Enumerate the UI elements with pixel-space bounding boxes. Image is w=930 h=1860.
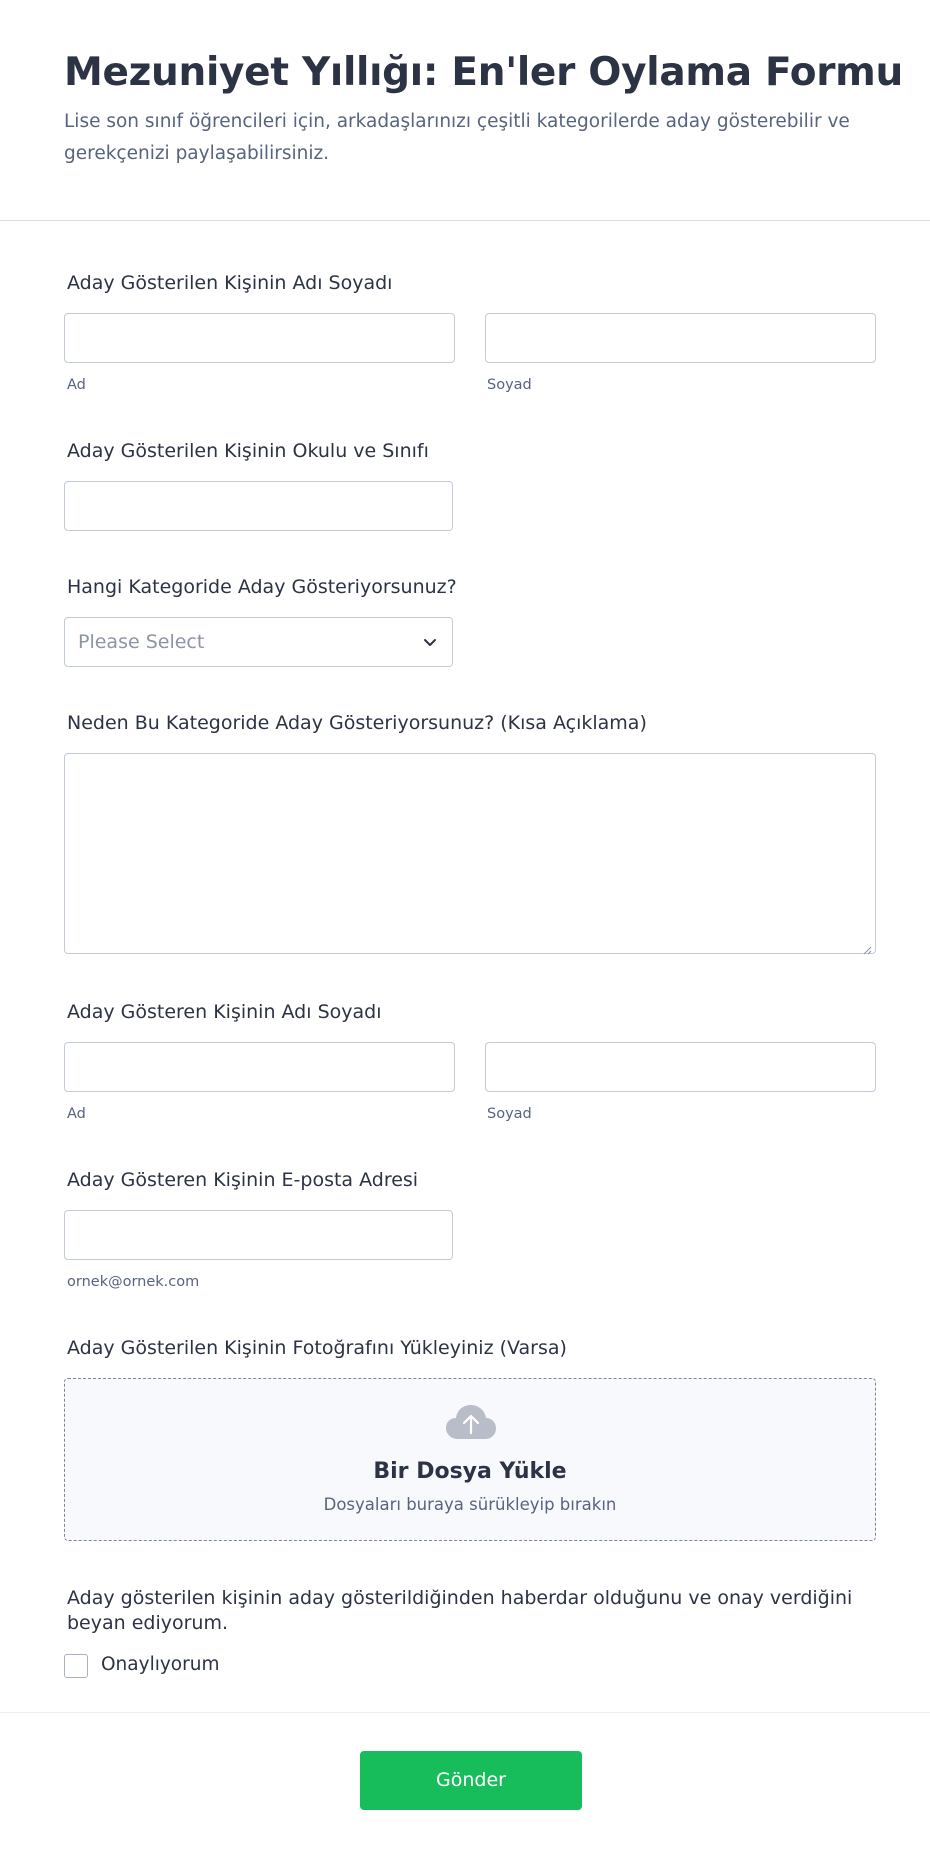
photo-upload-label: Aday Gösterilen Kişinin Fotoğrafını Yükl… [67, 1337, 567, 1359]
consent-statement: Aday gösterilen kişinin aday gösterildiğ… [67, 1587, 853, 1634]
nominee-last-name-input[interactable] [485, 313, 876, 363]
nominee-last-name-sublabel: Soyad [487, 377, 532, 393]
cloud-upload-icon [445, 1403, 497, 1441]
category-label: Hangi Kategoride Aday Gösteriyorsunuz? [67, 576, 457, 598]
nominator-email-label: Aday Gösteren Kişinin E-posta Adresi [67, 1169, 419, 1191]
nominee-first-name-input[interactable] [64, 313, 455, 363]
upload-title: Bir Dosya Yükle [373, 1459, 567, 1484]
nominator-first-name-sublabel: Ad [67, 1106, 86, 1122]
category-select[interactable]: Please Select [64, 617, 453, 667]
nominee-name-label: Aday Gösterilen Kişinin Adı Soyadı [67, 272, 393, 294]
nominee-school-input[interactable] [64, 481, 453, 531]
file-upload-dropzone[interactable]: Bir Dosya Yükle Dosyaları buraya sürükle… [64, 1378, 876, 1541]
reason-label: Neden Bu Kategoride Aday Gösteriyorsunuz… [67, 712, 647, 734]
form-description: Lise son sınıf öğrencileri için, arkadaş… [64, 111, 850, 164]
nominator-last-name-sublabel: Soyad [487, 1106, 532, 1122]
upload-hint: Dosyaları buraya sürükleyip bırakın [323, 1495, 617, 1514]
submit-button[interactable]: Gönder [360, 1751, 582, 1810]
consent-checkbox[interactable] [64, 1654, 88, 1678]
nominator-email-input[interactable] [64, 1210, 453, 1260]
resize-handle-icon[interactable] [862, 940, 872, 955]
nominator-email-sublabel: ornek@ornek.com [67, 1274, 200, 1290]
nominator-first-name-input[interactable] [64, 1042, 455, 1092]
category-select-placeholder: Please Select [78, 631, 205, 653]
nominee-first-name-sublabel: Ad [67, 377, 86, 393]
reason-textarea[interactable] [64, 753, 876, 955]
nominator-name-label: Aday Gösteren Kişinin Adı Soyadı [67, 1001, 382, 1023]
chevron-down-icon [420, 632, 440, 652]
form-title: Mezuniyet Yıllığı: En'ler Oylama Formu [64, 50, 903, 95]
footer-divider [0, 1712, 930, 1713]
consent-checkbox-label[interactable]: Onaylıyorum [101, 1654, 219, 1675]
nominator-last-name-input[interactable] [485, 1042, 876, 1092]
nominee-school-label: Aday Gösterilen Kişinin Okulu ve Sınıfı [67, 440, 429, 462]
form-header: Mezuniyet Yıllığı: En'ler Oylama Formu L… [0, 0, 930, 221]
